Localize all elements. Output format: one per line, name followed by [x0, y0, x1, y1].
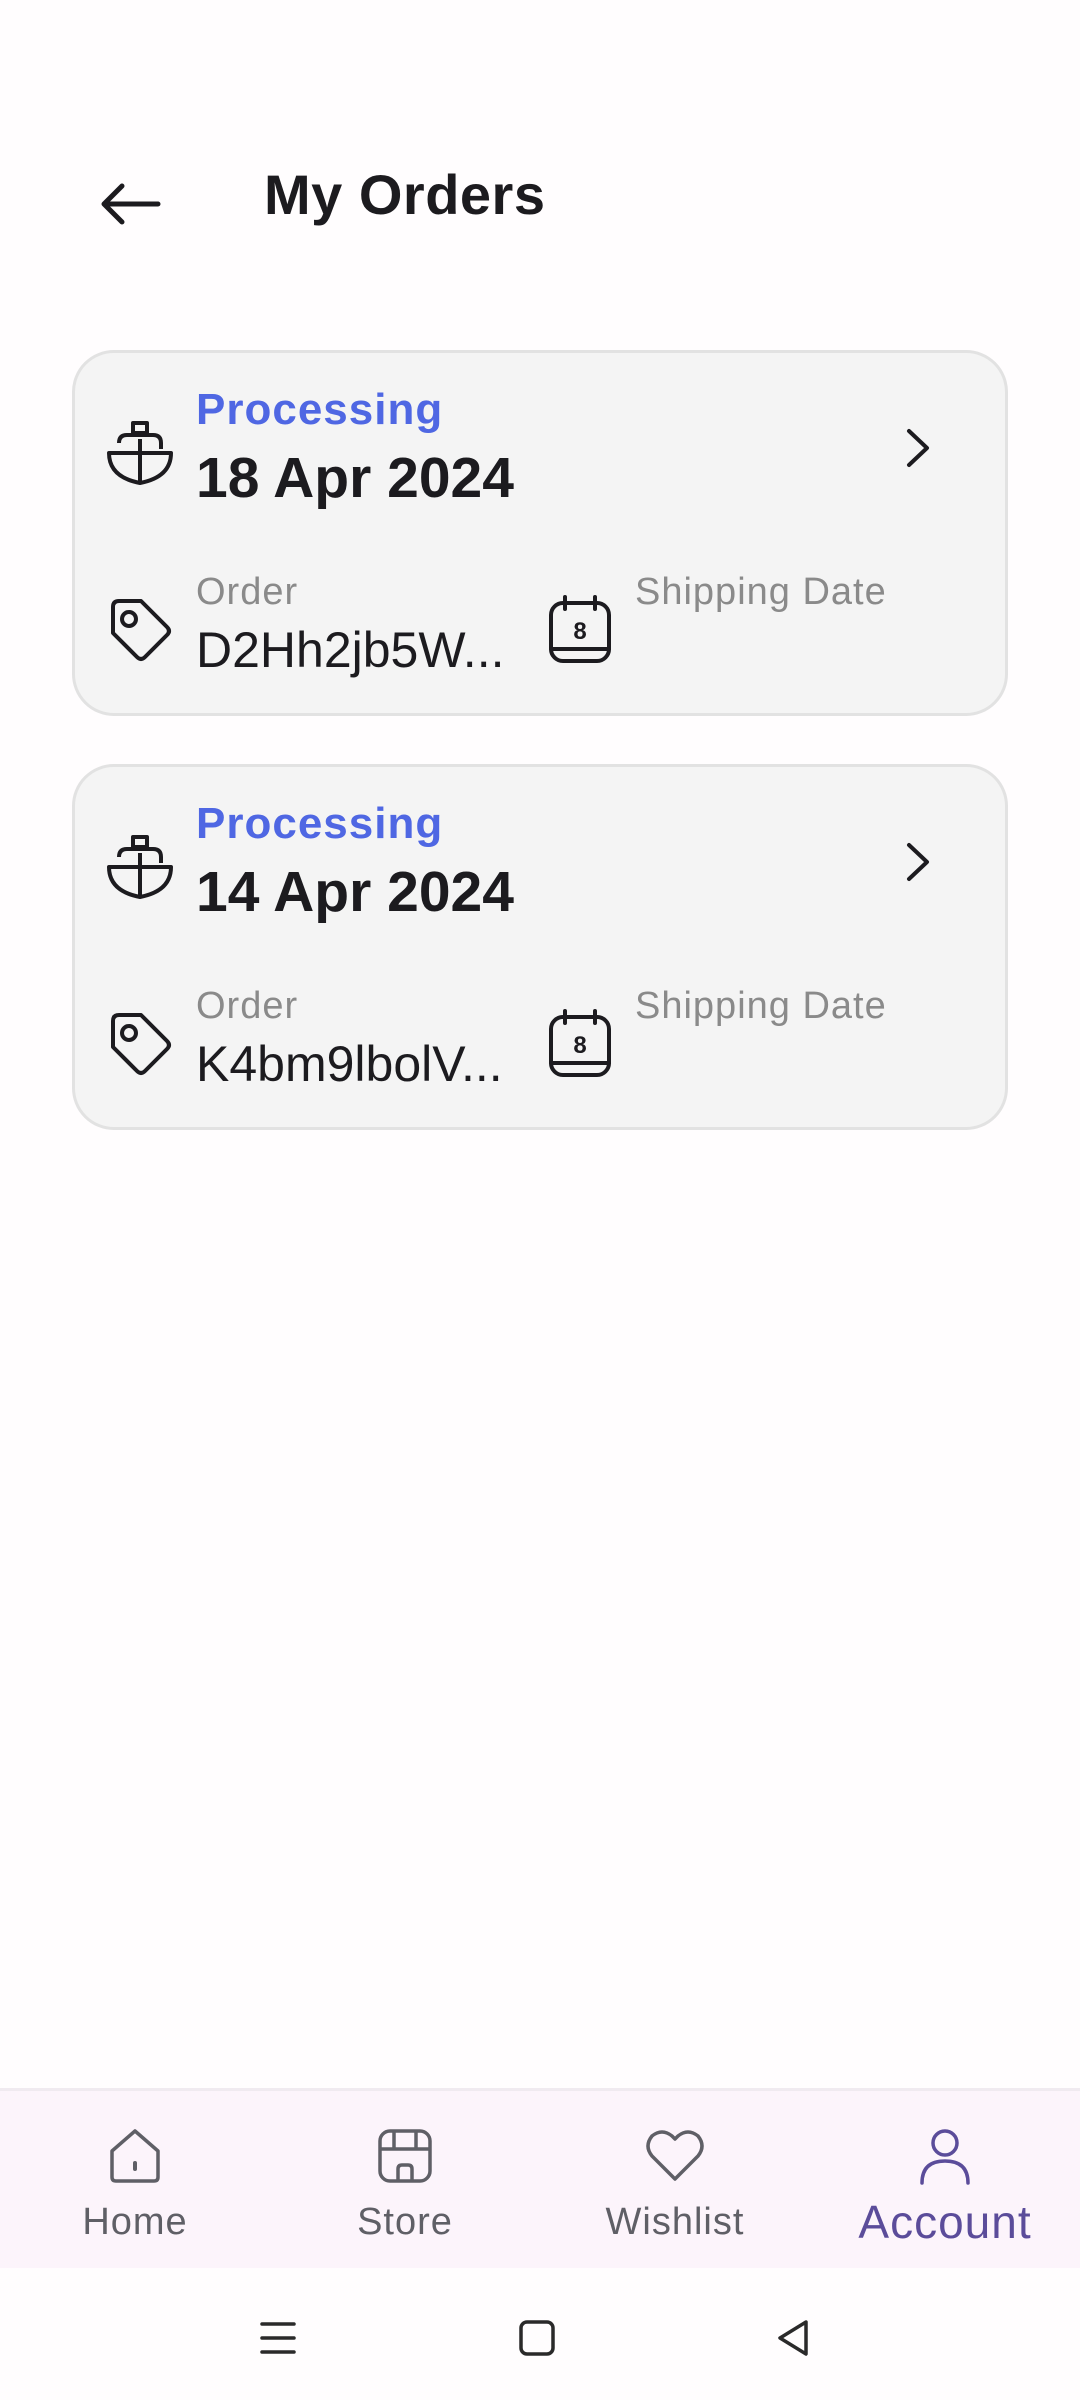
order-date: 14 Apr 2024: [196, 860, 514, 924]
arrow-left-icon: [101, 183, 161, 225]
app-bar: My Orders: [0, 120, 1080, 270]
calendar-day: 8: [573, 618, 586, 645]
menu-icon[interactable]: [248, 2308, 308, 2368]
user-icon: [920, 2129, 970, 2185]
shipping-date-label: Shipping Date: [635, 985, 887, 1027]
bottom-navigation: Home Store Wishlist Account: [0, 2088, 1080, 2268]
ship-icon: [107, 835, 173, 899]
calendar-icon: 8: [549, 1009, 611, 1077]
nav-label-account: Account: [858, 2196, 1032, 2248]
nav-label-home: Home: [82, 2201, 188, 2243]
order-date: 18 Apr 2024: [196, 446, 514, 510]
calendar-icon: 8: [549, 595, 611, 663]
store-icon: [378, 2129, 432, 2183]
system-navigation-bar: [0, 2268, 1080, 2400]
tag-icon: [111, 1013, 171, 1075]
nav-label-wishlist: Wishlist: [605, 2201, 745, 2243]
triangle-back-icon[interactable]: [764, 2308, 824, 2368]
calendar-day: 8: [573, 1032, 586, 1059]
page-title: My Orders: [264, 163, 546, 226]
nav-item-store[interactable]: Store: [270, 2091, 540, 2271]
shipping-date-label: Shipping Date: [635, 571, 887, 613]
order-id: D2Hh2jb5W...: [196, 622, 505, 678]
nav-item-account[interactable]: Account: [810, 2091, 1080, 2271]
chevron-right-icon[interactable]: [887, 827, 947, 897]
order-card[interactable]: Processing 18 Apr 2024 Order D2Hh2jb5W..…: [72, 350, 1008, 716]
ship-icon: [107, 421, 173, 485]
order-id: K4bm9lbolV...: [196, 1036, 503, 1092]
nav-item-wishlist[interactable]: Wishlist: [540, 2091, 810, 2271]
nav-item-home[interactable]: Home: [0, 2091, 270, 2271]
nav-label-store: Store: [357, 2201, 453, 2243]
back-button[interactable]: [82, 156, 178, 252]
chevron-right-icon[interactable]: [887, 413, 947, 483]
tag-icon: [111, 599, 171, 661]
order-status: Processing: [196, 385, 444, 434]
home-icon: [110, 2129, 160, 2183]
square-home-icon[interactable]: [507, 2308, 567, 2368]
order-card[interactable]: Processing 14 Apr 2024 Order K4bm9lbolV.…: [72, 764, 1008, 1130]
order-label: Order: [196, 985, 299, 1027]
order-label: Order: [196, 571, 299, 613]
order-status: Processing: [196, 799, 444, 848]
heart-icon: [646, 2130, 704, 2181]
